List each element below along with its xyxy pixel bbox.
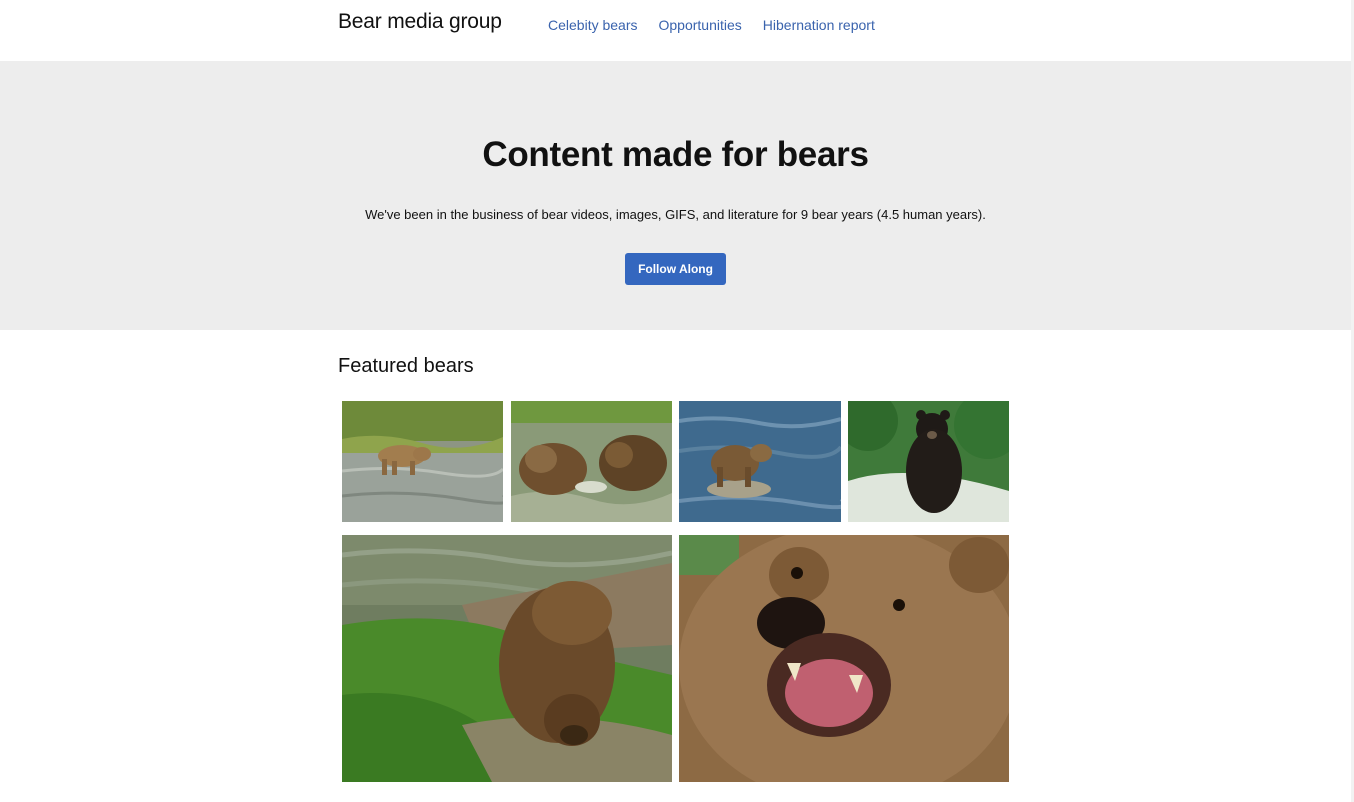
hero-title: Content made for bears <box>482 135 869 174</box>
hero-section: Content made for bears We've been in the… <box>0 61 1351 330</box>
brand-logo[interactable]: Bear media group <box>338 10 502 34</box>
bear-photo-2[interactable] <box>511 401 672 522</box>
bear-photo-3[interactable] <box>679 401 841 522</box>
bear-photo-6[interactable] <box>679 535 1009 782</box>
page: Bear media group Celebity bears Opportun… <box>0 0 1354 802</box>
hero-description: We've been in the business of bear video… <box>365 207 986 222</box>
bear-photo-5[interactable] <box>342 535 672 782</box>
follow-along-button[interactable]: Follow Along <box>625 253 726 285</box>
main-nav: Celebity bears Opportunities Hibernation… <box>548 17 875 33</box>
nav-link-hibernation-report[interactable]: Hibernation report <box>763 17 875 33</box>
site-header: Bear media group Celebity bears Opportun… <box>0 0 1351 61</box>
nav-link-celebity-bears[interactable]: Celebity bears <box>548 17 638 33</box>
bear-photo-4[interactable] <box>848 401 1009 522</box>
bear-photo-1[interactable] <box>342 401 503 522</box>
featured-heading: Featured bears <box>338 355 474 377</box>
nav-link-opportunities[interactable]: Opportunities <box>659 17 742 33</box>
